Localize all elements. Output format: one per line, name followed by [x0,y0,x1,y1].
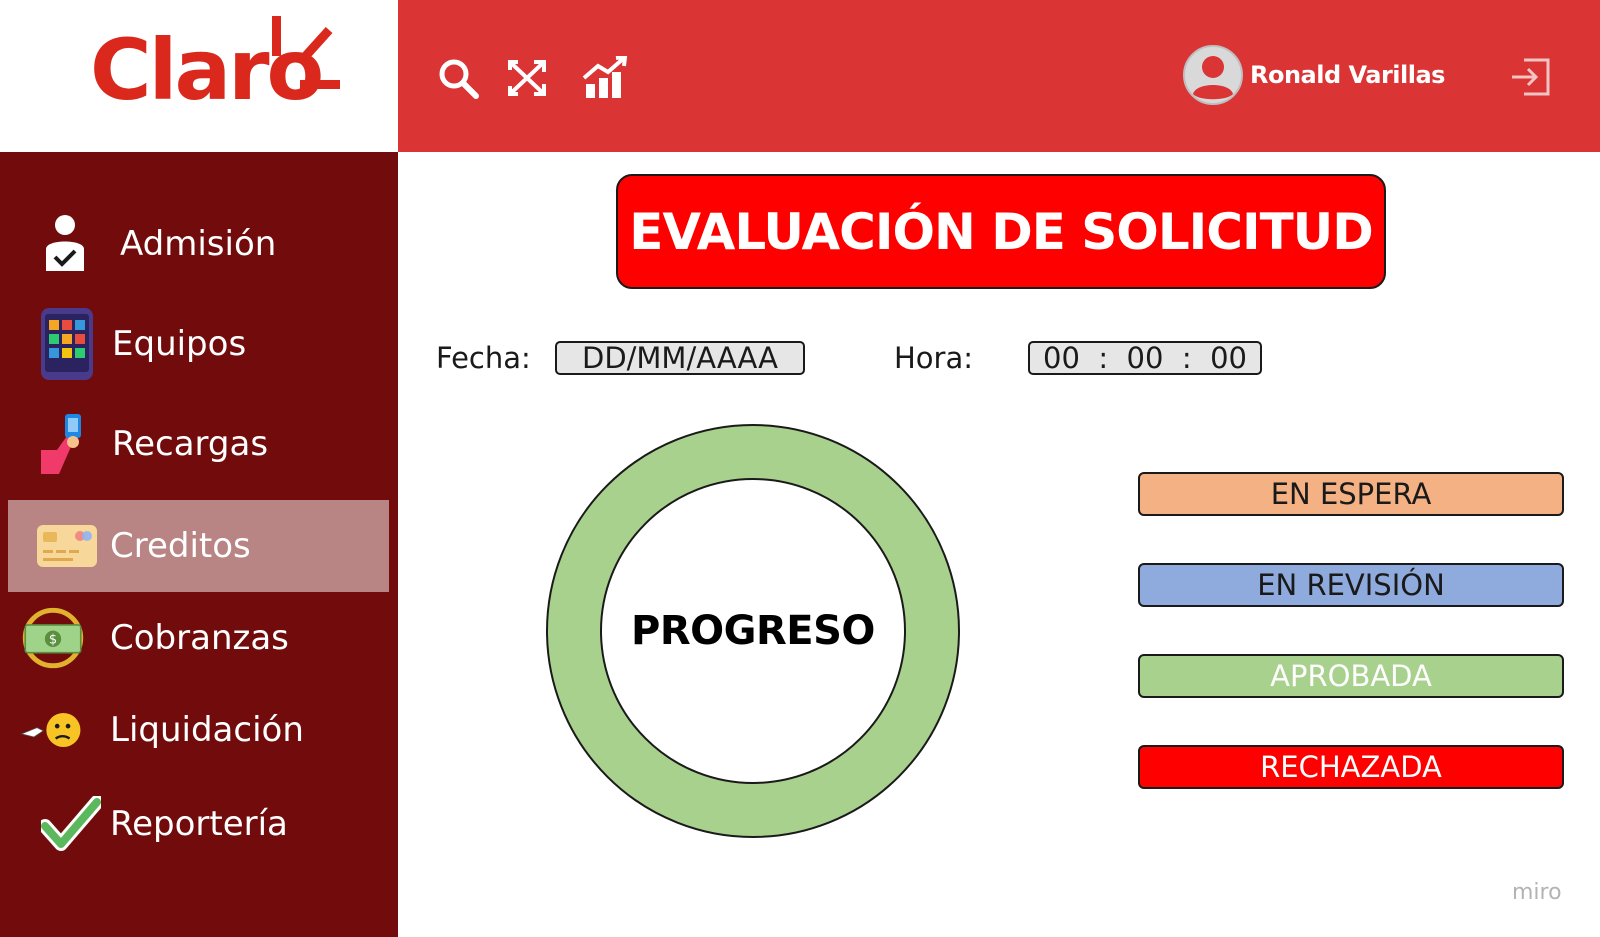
sidebar-item-label: Admisión [120,224,277,264]
emoji-face-icon [20,699,82,761]
top-bar: Ronald Varillas [398,0,1600,152]
sidebar-item-label: Equipos [112,324,247,364]
sidebar-item-label: Liquidación [110,710,304,750]
status-aprobada-button[interactable]: APROBADA [1138,654,1564,698]
logo-area: Claro [0,0,398,152]
sidebar-item-admision[interactable]: Admisión [8,198,389,290]
user-profile[interactable]: Ronald Varillas [1182,44,1445,106]
hora-field[interactable]: 00 : 00 : 00 [1028,341,1262,375]
bar-chart-icon[interactable] [582,54,628,100]
sidebar-item-label: Reportería [110,804,288,844]
page-title-banner: EVALUACIÓN DE SOLICITUD [616,174,1386,289]
progress-ring-center: PROGRESO [600,478,906,784]
sidebar-item-label: Creditos [110,526,251,566]
logout-icon[interactable] [1510,56,1552,98]
sidebar-item-liquidacion[interactable]: Liquidación [8,684,389,776]
hand-phone-icon [32,413,94,475]
avatar-icon [1183,45,1243,105]
miro-watermark: miro [1512,880,1562,905]
status-rechazada-button[interactable]: RECHAZADA [1138,745,1564,789]
phone-apps-icon [36,308,98,380]
sidebar-item-creditos[interactable]: Creditos [8,500,389,592]
money-bill-icon: $ [22,607,84,669]
progress-label: PROGRESO [631,608,875,654]
logo-rays-icon [272,16,340,89]
checkmark-icon [40,793,102,855]
admission-user-check-icon [34,213,96,275]
user-name: Ronald Varillas [1250,61,1445,89]
sidebar-item-label: Cobranzas [110,618,289,658]
hora-label: Hora: [894,341,974,375]
progress-ring: PROGRESO [546,424,960,838]
sidebar-item-recargas[interactable]: Recargas [8,398,389,490]
sidebar-item-label: Recargas [112,424,269,464]
credit-card-icon [36,515,98,577]
fecha-field[interactable]: DD/MM/AAAA [555,341,805,375]
svg-text:$: $ [49,633,57,648]
sidebar-item-cobranzas[interactable]: $ Cobranzas [8,592,389,684]
fecha-label: Fecha: [436,341,531,375]
search-icon[interactable] [436,56,480,100]
page-title: EVALUACIÓN DE SOLICITUD [629,202,1374,261]
sidebar: Admisión Equipos Recargas Creditos $ Cob… [0,152,398,937]
status-en-revision-button[interactable]: EN REVISIÓN [1138,563,1564,607]
status-en-espera-button[interactable]: EN ESPERA [1138,472,1564,516]
sidebar-item-equipos[interactable]: Equipos [8,298,389,390]
shuffle-icon[interactable] [506,56,550,100]
sidebar-item-reporteria[interactable]: Reportería [8,778,389,870]
